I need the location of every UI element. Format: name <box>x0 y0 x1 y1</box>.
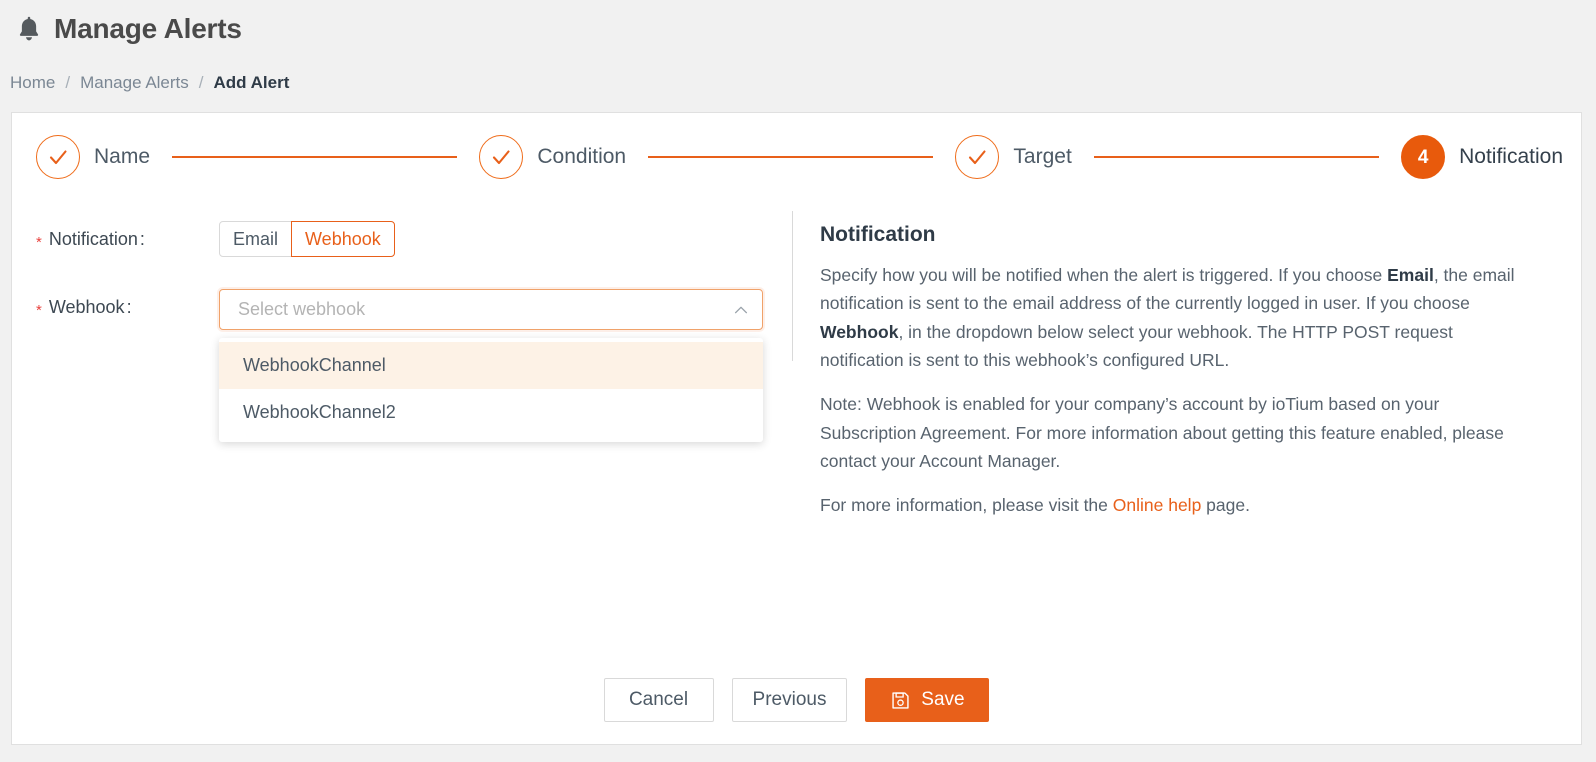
webhook-label-text: Webhook <box>48 297 125 317</box>
help-paragraph-1: Specify how you will be notified when th… <box>820 261 1530 374</box>
stepper-label-condition: Condition <box>537 145 627 168</box>
step-circle-completed <box>36 135 80 179</box>
help-p3-part-b: page. <box>1201 495 1250 516</box>
radio-option-email[interactable]: Email <box>219 221 293 257</box>
breadcrumb: Home / Manage Alerts / Add Alert <box>0 58 1596 108</box>
help-p1-email-bold: Email <box>1387 265 1434 285</box>
step-circle-active: 4 <box>1401 135 1446 179</box>
form-actions: Cancel Previous Save <box>12 678 1581 722</box>
breadcrumb-separator: / <box>65 73 71 92</box>
step-circle-completed <box>955 135 1000 179</box>
help-p3-part-a: For more information, please visit the <box>820 495 1113 516</box>
save-floppy-icon <box>890 690 911 711</box>
save-button[interactable]: Save <box>865 678 990 722</box>
webhook-select-wrapper: Select webhook WebhookChannel WebhookCha… <box>219 289 763 442</box>
help-paragraph-2: Note: Webhook is enabled for your compan… <box>820 394 1504 472</box>
webhook-select[interactable]: Select webhook <box>219 289 763 330</box>
online-help-link[interactable]: Online help <box>1113 495 1202 515</box>
step-number: 4 <box>1417 146 1429 168</box>
page-header: Manage Alerts <box>0 0 1596 58</box>
help-panel-title: Notification <box>820 223 936 246</box>
webhook-label: * Webhook: <box>12 289 219 319</box>
breadcrumb-item-manage-alerts[interactable]: Manage Alerts <box>76 73 193 93</box>
notification-form: * Notification: Email Webhook * Webhook: S… <box>12 201 792 536</box>
stepper-step-notification[interactable]: 4 Notification <box>1401 135 1563 179</box>
stepper-step-name[interactable]: Name <box>36 135 150 179</box>
notification-label: * Notification: <box>12 221 219 251</box>
required-asterisk: * <box>36 302 42 319</box>
help-p1-part-a: Specify how you will be notified when th… <box>820 265 1388 285</box>
breadcrumb-item-home[interactable]: Home <box>6 73 59 93</box>
breadcrumb-separator: / <box>198 73 204 92</box>
bell-icon <box>14 13 54 45</box>
notification-type-radio-group[interactable]: Email Webhook <box>219 221 395 257</box>
card-body: * Notification: Email Webhook * Webhook: S… <box>12 201 1581 536</box>
stepper-label-notification: Notification <box>1459 145 1564 168</box>
step-circle-completed <box>479 135 524 179</box>
stepper-connector-2 <box>648 156 934 158</box>
help-panel-divider <box>792 211 793 361</box>
label-colon: : <box>126 297 132 317</box>
radio-option-webhook[interactable]: Webhook <box>291 221 395 257</box>
dropdown-option-webhookchannel2[interactable]: WebhookChannel2 <box>219 389 763 436</box>
breadcrumb-item-add-alert: Add Alert <box>213 73 290 92</box>
check-icon <box>969 150 986 165</box>
notification-label-text: Notification <box>48 229 138 249</box>
stepper-step-target[interactable]: Target <box>955 135 1072 179</box>
stepper-step-condition[interactable]: Condition <box>479 135 626 179</box>
help-paragraph-3: For more information, please visit the O… <box>820 491 1530 519</box>
add-alert-card: Name Condition Target 4 Notification * N… <box>11 112 1582 745</box>
check-icon <box>49 150 67 165</box>
form-row-webhook: * Webhook: Select webhook WebhookChannel <box>12 289 792 442</box>
required-asterisk: * <box>36 234 42 251</box>
form-row-notification: * Notification: Email Webhook <box>12 221 792 257</box>
dropdown-option-webhookchannel[interactable]: WebhookChannel <box>219 342 763 389</box>
label-colon: : <box>139 229 145 249</box>
stepper-connector-3 <box>1093 156 1380 158</box>
webhook-select-placeholder: Select webhook <box>238 299 366 319</box>
check-icon <box>493 150 510 165</box>
previous-button[interactable]: Previous <box>731 678 848 722</box>
stepper-label-name: Name <box>94 145 151 168</box>
webhook-dropdown-list[interactable]: WebhookChannel WebhookChannel2 <box>219 338 763 442</box>
help-p1-part-e: , in the dropdown below select your webh… <box>820 321 1453 371</box>
stepper-label-target: Target <box>1013 145 1072 168</box>
help-p1-webhook-bold: Webhook <box>820 321 899 342</box>
help-panel: Notification Specify how you will be not… <box>792 201 1581 536</box>
cancel-button[interactable]: Cancel <box>603 678 714 722</box>
page-title: Manage Alerts <box>54 13 242 44</box>
stepper-connector-1 <box>172 156 458 158</box>
save-button-label: Save <box>921 689 965 710</box>
chevron-up-icon[interactable] <box>732 301 750 319</box>
wizard-stepper: Name Condition Target 4 Notification <box>12 113 1581 201</box>
